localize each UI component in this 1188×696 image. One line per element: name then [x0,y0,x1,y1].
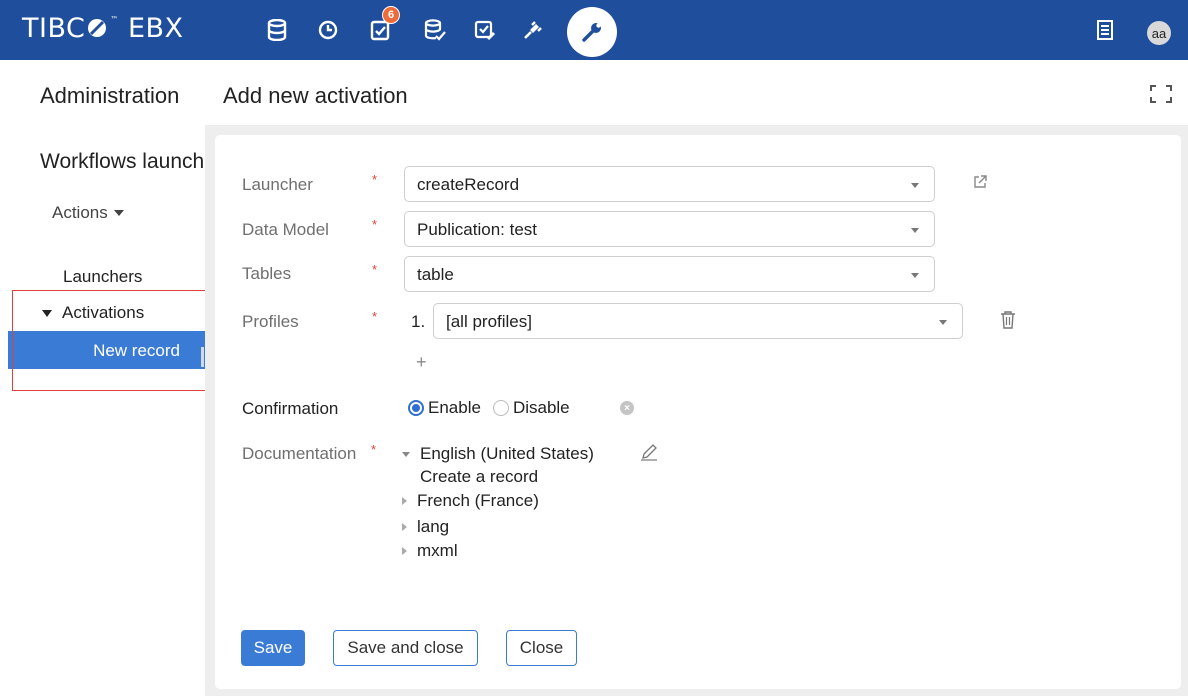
wrench-icon [582,23,601,42]
data-service-icon [424,19,446,41]
chevron-down-icon [939,320,947,325]
profile-value: [all profiles] [446,312,532,331]
doc-language-english[interactable]: English (United States) [402,444,594,464]
doc-english-text: Create a record [420,467,539,486]
fullscreen-button[interactable] [1150,85,1172,103]
launcher-value: createRecord [417,175,520,194]
doc-language-lang[interactable]: lang [402,517,449,537]
top-navigation-bar: TIBC ™ EBX 6 aa [0,0,1188,60]
logo-text-product: EBX [127,13,184,44]
chevron-down-icon [113,210,124,216]
profile-select[interactable]: [all profiles] [433,303,963,339]
edit-documentation-button[interactable] [640,443,658,466]
required-marker: * [372,217,378,232]
actions-label: Actions [52,203,108,222]
trademark-mark: ™ [110,15,119,24]
sidebar-item-launchers[interactable]: Launchers [63,267,142,287]
collapse-triangle-icon[interactable] [402,451,410,457]
enable-radio[interactable] [408,400,424,416]
tables-select[interactable]: table [404,256,935,292]
data-model-value: Publication: test [417,220,538,239]
open-launcher-button[interactable] [972,174,988,195]
history-button[interactable] [313,15,343,45]
trash-icon [1001,311,1015,329]
chevron-down-icon [911,228,919,233]
expand-triangle-icon[interactable] [402,547,407,555]
tables-label: Tables [242,264,292,283]
checklist-icon [474,20,496,41]
launcher-select[interactable]: createRecord [404,166,935,202]
clear-confirmation-button[interactable]: × [620,401,634,415]
database-icon [267,19,287,41]
tables-value: table [417,265,454,284]
clock-icon [318,20,338,40]
highlight-annotation-box [12,290,209,391]
delete-profile-button[interactable] [1000,311,1016,334]
clear-icon: × [624,402,630,414]
logo-text-brand: TIBC [22,13,86,44]
chevron-down-icon [911,273,919,278]
page-title: Add new activation [223,83,408,108]
chevron-down-icon [911,183,919,188]
external-link-icon [974,175,987,188]
breadcrumb-section[interactable]: Administration [40,83,179,109]
documentation-label: Documentation [242,444,357,463]
tibco-ebx-logo[interactable]: TIBC ™ EBX [22,13,184,44]
close-button[interactable]: Close [506,630,577,666]
save-and-close-button[interactable]: Save and close [333,630,478,666]
enable-radio-label[interactable]: Enable [428,398,481,418]
notification-badge: 6 [382,6,400,24]
save-button[interactable]: Save [241,630,305,666]
doc-language-name: lang [417,517,450,536]
expand-triangle-icon[interactable] [402,523,407,531]
launcher-label: Launcher [242,175,313,194]
profiles-label: Profiles [242,312,299,331]
doc-language-name: English (United States) [420,444,594,463]
list-view-icon [1097,20,1113,40]
doc-language-mxml[interactable]: mxml [402,541,458,561]
actions-menu-button[interactable]: Actions [52,203,124,223]
pencil-icon [641,444,657,461]
confirmation-label: Confirmation [242,399,339,418]
plug-icon [524,21,542,39]
doc-language-french[interactable]: French (France) [402,491,539,511]
required-marker: * [371,442,377,457]
fullscreen-icon [1150,85,1172,103]
data-model-label: Data Model [242,220,329,239]
expand-triangle-icon[interactable] [402,497,407,505]
required-marker: * [372,262,378,277]
profile-index: 1. [411,312,426,331]
disable-radio[interactable] [492,400,509,416]
logo-mark-icon [88,19,107,37]
work-items-button[interactable]: 6 [366,6,400,45]
disable-radio-label[interactable]: Disable [513,398,570,418]
data-services-button[interactable] [420,15,450,45]
add-profile-button[interactable]: + [416,352,427,373]
doc-language-name: mxml [417,541,458,560]
administration-button[interactable] [567,7,617,57]
required-marker: * [372,309,378,324]
doc-language-name: French (France) [417,491,539,510]
required-marker: * [372,172,378,187]
confirmation-radio-group: Enable Disable [408,398,570,418]
integration-button[interactable] [518,15,548,45]
data-model-select[interactable]: Publication: test [404,211,935,247]
sidebar-title: Workflows launchers [40,150,205,173]
data-spaces-button[interactable] [262,15,292,45]
display-options-button[interactable] [1090,15,1120,45]
user-avatar[interactable]: aa [1147,21,1171,45]
tasks-button[interactable] [470,15,500,45]
